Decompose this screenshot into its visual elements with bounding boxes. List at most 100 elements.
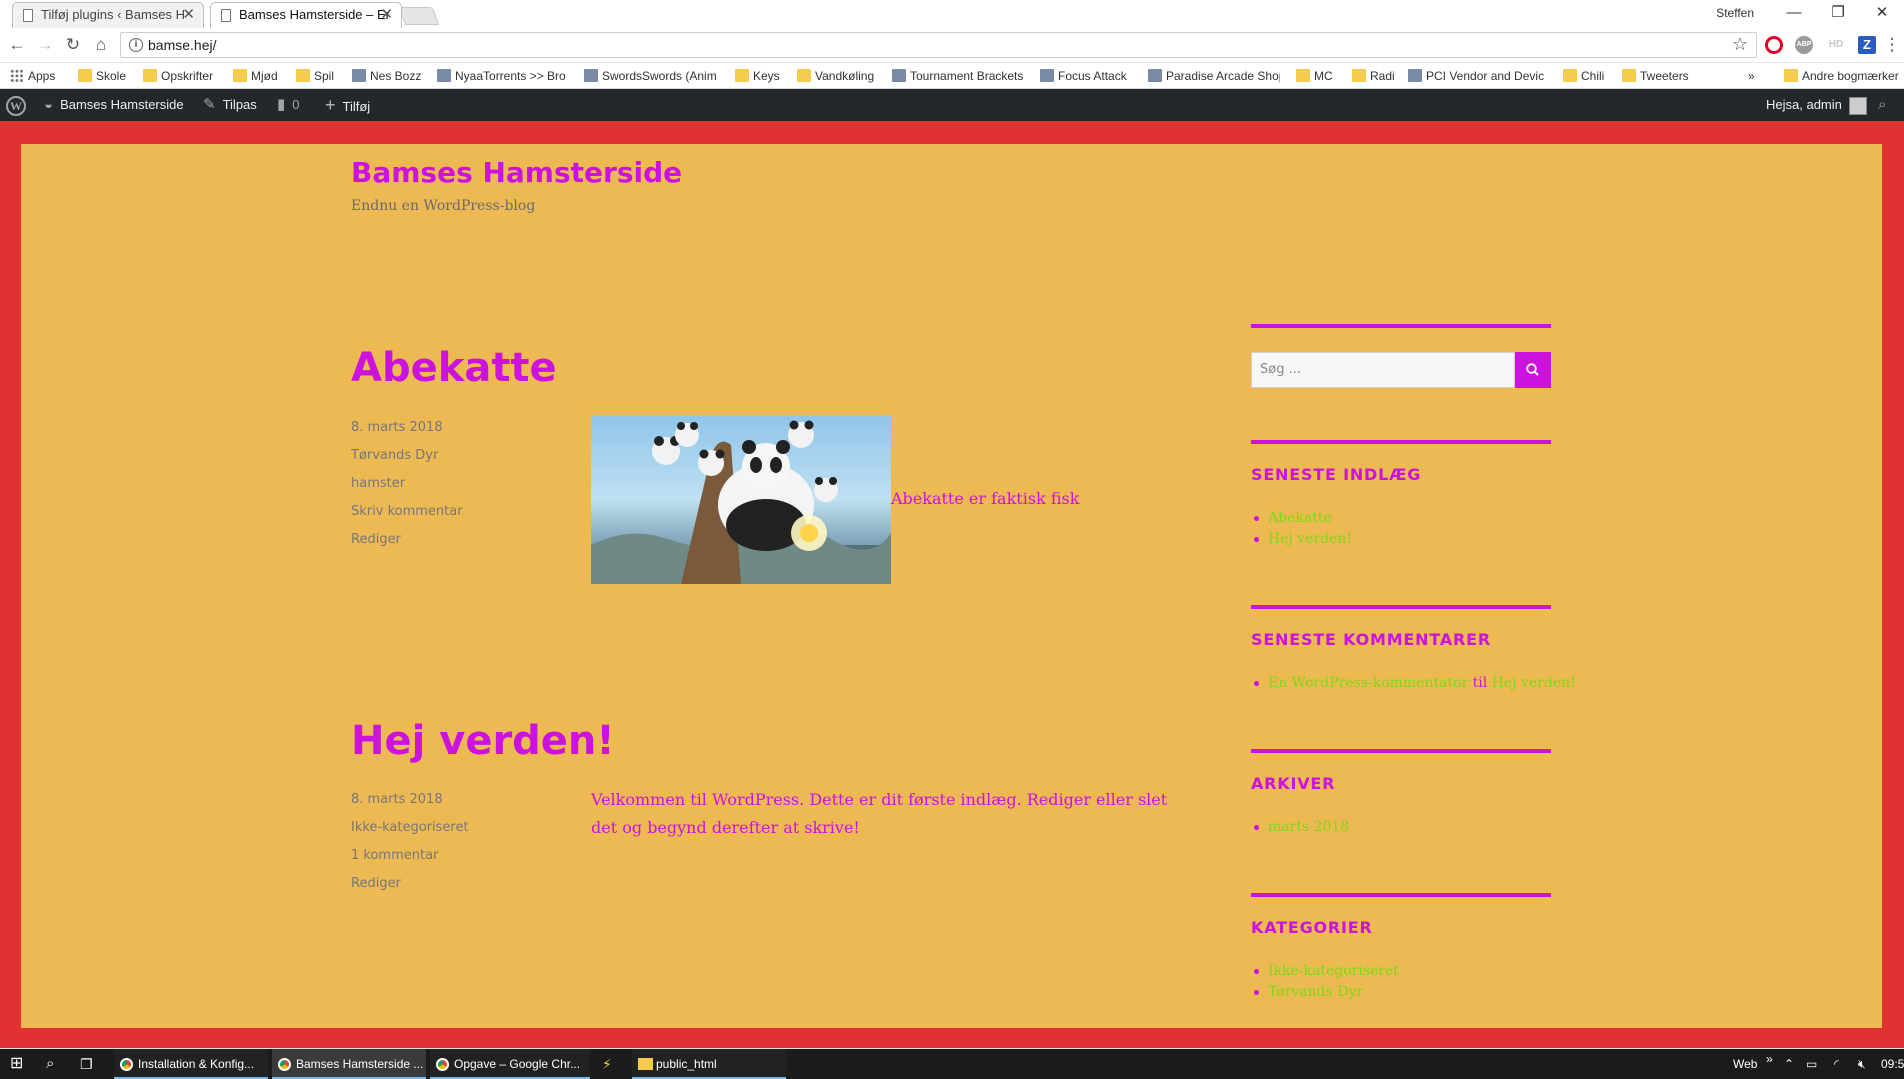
search-icon[interactable]: ⌕: [46, 1049, 54, 1079]
wordpress-logo-icon[interactable]: W: [6, 96, 26, 116]
bookmark-folder[interactable]: Mjød: [233, 68, 278, 84]
bookmark-folder[interactable]: MC: [1296, 68, 1333, 84]
folder-icon: [296, 69, 310, 82]
opera-extension-icon[interactable]: [1765, 36, 1783, 54]
tab-bamses-hamsterside[interactable]: Bamses Hamsterside – En ✕: [210, 2, 402, 28]
url-text[interactable]: bamse.hej/: [148, 37, 216, 53]
minimize-icon[interactable]: —: [1772, 0, 1816, 28]
wp-admin-bar: W ◒ Bamses Hamsterside ✎ Tilpas ▮ 0 + Tilføj…: [0, 89, 1904, 121]
bookmark-folder[interactable]: Radi: [1352, 68, 1395, 84]
z-extension-icon[interactable]: Z: [1858, 36, 1876, 54]
bookmark-link[interactable]: SwordsSwords (Anim: [584, 68, 724, 84]
post-comment-link[interactable]: 1 kommentar: [351, 847, 469, 875]
post-date[interactable]: 8. marts 2018: [351, 419, 463, 447]
bookmarks-overflow-icon[interactable]: »: [1748, 68, 1755, 84]
bookmark-folder[interactable]: Chili: [1563, 68, 1604, 84]
post-edit-link[interactable]: Rediger: [351, 875, 469, 903]
bookmark-folder[interactable]: Opskrifter: [143, 68, 213, 84]
post-tag[interactable]: hamster: [351, 475, 463, 503]
bookmark-folder[interactable]: Keys: [735, 68, 780, 84]
battery-icon[interactable]: ▭: [1806, 1049, 1817, 1079]
recent-post-link[interactable]: Abekatte: [1251, 508, 1352, 529]
clock[interactable]: 09:5: [1881, 1049, 1904, 1079]
new-tab-button[interactable]: [398, 7, 440, 25]
bookmark-apps[interactable]: Apps: [10, 68, 55, 84]
profile-name[interactable]: Steffen: [1716, 6, 1754, 20]
menu-icon[interactable]: ⋮: [1880, 33, 1904, 57]
admin-bar-add-new[interactable]: + Tilføj: [325, 89, 370, 121]
recent-comment-item: En WordPress-kommentator til Hej verden!: [1251, 673, 1576, 694]
bookmark-link[interactable]: Nes Bozz: [352, 68, 421, 84]
task-view-icon[interactable]: ❐: [80, 1049, 93, 1079]
web-toolbar-label[interactable]: Web: [1733, 1049, 1757, 1079]
archives-widget: ARKIVER marts 2018: [1251, 749, 1551, 849]
close-tab-icon[interactable]: ✕: [380, 3, 393, 27]
post-title[interactable]: Abekatte: [351, 344, 557, 392]
post-content-link[interactable]: Abekatte er faktisk fisk: [891, 487, 1079, 511]
comment-post-link[interactable]: Hej verden!: [1492, 675, 1576, 691]
close-window-icon[interactable]: ✕: [1860, 0, 1904, 28]
bookmark-link[interactable]: NyaaTorrents >> Bro: [437, 68, 573, 84]
taskbar-app-chrome[interactable]: Opgave – Google Chr...: [430, 1049, 590, 1079]
ftp-app-icon[interactable]: ⚡: [602, 1049, 612, 1079]
site-frame: Bamses Hamsterside Endnu en WordPress-bl…: [0, 121, 1904, 1048]
toolbar-overflow-icon[interactable]: »: [1766, 1044, 1773, 1074]
reload-icon[interactable]: ↻: [61, 33, 85, 57]
bookmark-folder[interactable]: Spil: [296, 68, 334, 84]
taskbar-app-chrome[interactable]: Installation & Konfig...: [114, 1049, 268, 1079]
bookmark-link[interactable]: PCI Vendor and Devic: [1408, 68, 1548, 84]
hd-extension-icon[interactable]: HD: [1827, 36, 1845, 54]
bookmark-folder[interactable]: Tweeters: [1622, 68, 1689, 84]
taskbar-app-folder[interactable]: public_html: [632, 1049, 786, 1079]
post-edit-link[interactable]: Rediger: [351, 531, 463, 559]
post-category[interactable]: Ikke-kategoriseret: [351, 819, 469, 847]
search-icon: [1526, 363, 1539, 376]
category-link[interactable]: Tørvands Dyr: [1251, 982, 1399, 1003]
bookmark-link[interactable]: Paradise Arcade Shop: [1148, 68, 1280, 84]
other-bookmarks-folder[interactable]: Andre bogmærker: [1784, 68, 1904, 84]
info-icon[interactable]: i: [129, 38, 143, 52]
post-title[interactable]: Hej verden!: [351, 717, 615, 765]
archive-link[interactable]: marts 2018: [1251, 817, 1349, 838]
recent-post-link[interactable]: Hej verden!: [1251, 529, 1352, 550]
admin-bar-search-icon[interactable]: ⌕: [1878, 89, 1893, 121]
bookmark-folder[interactable]: Vandkøling: [797, 68, 874, 84]
volume-mute-icon[interactable]: 🔇︎: [1858, 1049, 1866, 1079]
comment-author-link[interactable]: En WordPress-kommentator: [1268, 675, 1468, 691]
dashboard-icon: ◒: [44, 96, 54, 113]
site-favicon-icon: [1040, 69, 1054, 82]
windows-start-icon[interactable]: ⊞: [10, 1049, 23, 1079]
forward-icon[interactable]: →: [33, 33, 57, 57]
tray-expand-icon[interactable]: ⌃: [1784, 1049, 1794, 1079]
bookmark-star-icon[interactable]: ☆: [1732, 34, 1748, 55]
site-title[interactable]: Bamses Hamsterside: [351, 155, 682, 191]
bookmark-link[interactable]: Focus Attack: [1040, 68, 1127, 84]
bookmark-link[interactable]: Tournament Brackets: [892, 68, 1024, 84]
admin-bar-account[interactable]: Hejsa, admin: [1766, 89, 1867, 121]
address-bar[interactable]: i bamse.hej/ ☆: [120, 32, 1757, 58]
adblock-extension-icon[interactable]: ABP: [1795, 36, 1813, 54]
category-link[interactable]: Ikke-kategoriseret: [1251, 961, 1399, 982]
bookmark-folder[interactable]: Skole: [78, 68, 126, 84]
close-tab-icon[interactable]: ✕: [182, 3, 195, 27]
site-favicon-icon: [892, 69, 906, 82]
site-description: Endnu en WordPress-blog: [351, 198, 536, 214]
tab-plugins[interactable]: Tilføj plugins ‹ Bamses H ✕: [12, 2, 204, 28]
post-comment-link[interactable]: Skriv kommentar: [351, 503, 463, 531]
search-button[interactable]: [1515, 352, 1551, 388]
admin-bar-customize[interactable]: ✎ Tilpas: [203, 89, 257, 121]
post-category[interactable]: Tørvands Dyr: [351, 447, 463, 475]
admin-bar-site-link[interactable]: ◒ Bamses Hamsterside: [44, 89, 184, 121]
admin-bar-comments[interactable]: ▮ 0: [277, 89, 300, 121]
back-icon[interactable]: ←: [5, 33, 29, 57]
recent-comments-widget: SENESTE KOMMENTARER En WordPress-komment…: [1251, 605, 1576, 705]
bookmarks-bar: Apps Skole Opskrifter Mjød Spil Nes Bozz…: [0, 63, 1904, 89]
search-input[interactable]: Søg ...: [1251, 352, 1515, 388]
post-date[interactable]: 8. marts 2018: [351, 791, 469, 819]
home-icon[interactable]: ⌂: [89, 33, 113, 57]
folder-icon: [735, 69, 749, 82]
taskbar-app-chrome[interactable]: Bamses Hamsterside ...: [272, 1049, 426, 1079]
restore-icon[interactable]: ❐: [1816, 0, 1860, 28]
wifi-icon[interactable]: ◜: [1834, 1049, 1839, 1079]
post-featured-image[interactable]: [591, 415, 891, 584]
